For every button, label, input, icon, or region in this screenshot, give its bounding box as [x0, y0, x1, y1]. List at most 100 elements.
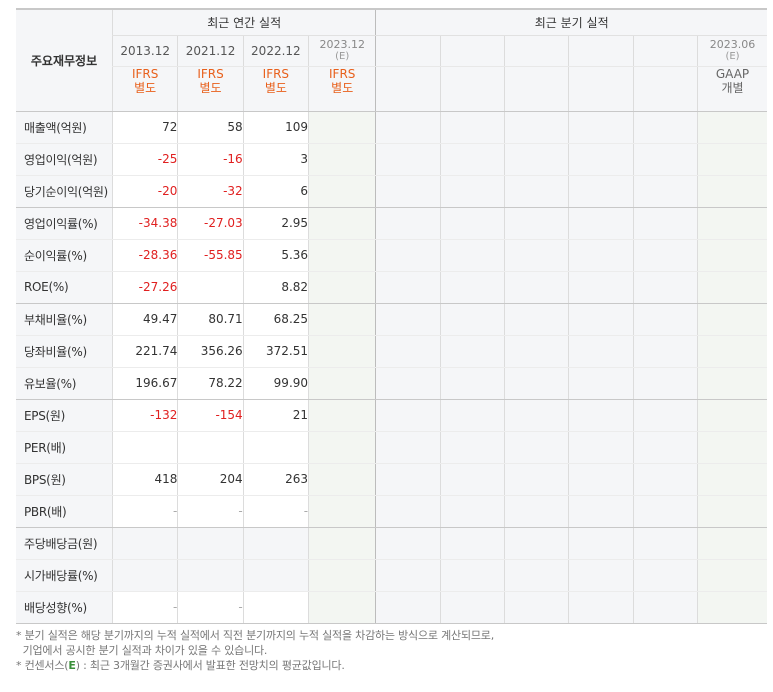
value-cell: 72: [111, 111, 178, 144]
quarter-estimate-year-header: 2023.06 (E): [697, 35, 767, 67]
quarter-cell: [375, 463, 441, 496]
quarter-estimate-cell: [697, 175, 767, 208]
value-cell: [242, 527, 309, 560]
quarter-estimate-cell: [697, 367, 767, 400]
quarter-cell: [439, 335, 505, 368]
quarter-cell: [632, 367, 698, 400]
quarter-cell: [568, 591, 634, 624]
row-label: 영업이익률(%): [16, 207, 113, 240]
value-cell: 21: [242, 399, 309, 432]
quarter-cell: [568, 367, 634, 400]
quarter-cell: [504, 271, 569, 304]
value-cell: -55.85: [177, 239, 244, 272]
quarter-cell: [375, 335, 441, 368]
quarter-cell: [504, 559, 569, 592]
row-label: BPS(원): [16, 463, 113, 496]
value-cell: [177, 559, 244, 592]
value-cell: [177, 271, 244, 304]
quarter-cell: [439, 559, 505, 592]
value-cell: 58: [177, 111, 244, 144]
quarter-year-header: [439, 35, 505, 67]
value-cell: 99.90: [242, 367, 309, 400]
value-cell: 263: [242, 463, 309, 496]
value-cell: -: [177, 495, 244, 528]
value-cell: [111, 527, 178, 560]
table-row: 순이익률(%) -28.36 -55.85 5.36: [16, 239, 767, 272]
table-row: 부채비율(%) 49.47 80.71 68.25: [16, 303, 767, 336]
quarter-cell: [632, 591, 698, 624]
quarter-cell: [632, 303, 698, 336]
table-row: PER(배): [16, 431, 767, 464]
quarter-cell: [632, 335, 698, 368]
value-cell: 221.74: [111, 335, 178, 368]
quarter-cell: [439, 175, 505, 208]
value-cell: -20: [111, 175, 178, 208]
quarter-cell: [568, 207, 634, 240]
quarter-cell: [439, 591, 505, 624]
quarter-estimate-cell: [697, 591, 767, 624]
value-cell: [177, 527, 244, 560]
annual-group-header: 최근 연간 실적: [111, 9, 376, 36]
row-label: 순이익률(%): [16, 239, 113, 272]
quarter-cell: [568, 143, 634, 176]
accounting-standard: IFRS 별도: [111, 66, 178, 112]
value-cell: [111, 431, 178, 464]
quarter-cell: [375, 399, 441, 432]
value-cell: -34.38: [111, 207, 178, 240]
table-row: 당기순이익(억원) -20 -32 6: [16, 175, 767, 208]
financial-table: 주요재무정보 최근 연간 실적 최근 분기 실적 2013.12 2021.12…: [16, 8, 767, 624]
estimate-cell: [308, 239, 376, 272]
table-row: BPS(원) 418 204 263: [16, 463, 767, 496]
row-label: 시가배당률(%): [16, 559, 113, 592]
quarter-cell: [632, 431, 698, 464]
value-cell: -16: [177, 143, 244, 176]
table-row: 주당배당금(원): [16, 527, 767, 560]
quarter-cell: [568, 111, 634, 144]
quarter-cell: [504, 239, 569, 272]
value-cell: 196.67: [111, 367, 178, 400]
quarter-cell: [375, 239, 441, 272]
row-label: EPS(원): [16, 399, 113, 432]
quarter-year-header: [504, 35, 569, 67]
value-cell: 8.82: [242, 271, 309, 304]
quarter-cell: [439, 463, 505, 496]
value-cell: 2.95: [242, 207, 309, 240]
quarter-estimate-cell: [697, 527, 767, 560]
quarter-cell: [375, 271, 441, 304]
footnotes: * 분기 실적은 해당 분기까지의 누적 실적에서 직전 분기까지의 누적 실적…: [16, 628, 494, 673]
quarter-cell: [375, 527, 441, 560]
value-cell: -: [177, 591, 244, 624]
row-label: PER(배): [16, 431, 113, 464]
quarter-cell: [375, 143, 441, 176]
quarter-cell: [504, 399, 569, 432]
estimate-cell: [308, 399, 376, 432]
value-cell: 68.25: [242, 303, 309, 336]
estimate-cell: [308, 559, 376, 592]
quarter-cell: [632, 463, 698, 496]
value-cell: -: [111, 495, 178, 528]
quarter-cell: [568, 431, 634, 464]
quarter-cell: [568, 303, 634, 336]
value-cell: 49.47: [111, 303, 178, 336]
estimate-cell: [308, 271, 376, 304]
quarter-cell: [568, 559, 634, 592]
value-cell: -27.26: [111, 271, 178, 304]
estimate-cell: [308, 431, 376, 464]
quarter-cell: [504, 527, 569, 560]
quarter-cell: [439, 303, 505, 336]
quarter-cell: [568, 399, 634, 432]
quarter-cell: [439, 527, 505, 560]
table-row: 배당성향(%) - -: [16, 591, 767, 624]
quarter-cell: [504, 591, 569, 624]
quarter-cell: [375, 367, 441, 400]
quarter-estimate-cell: [697, 559, 767, 592]
quarter-cell: [504, 207, 569, 240]
value-cell: 204: [177, 463, 244, 496]
table-row: PBR(배) - - -: [16, 495, 767, 528]
quarter-cell: [439, 399, 505, 432]
quarter-estimate-cell: [697, 239, 767, 272]
quarter-estimate-cell: [697, 431, 767, 464]
estimate-year-header: 2023.12 (E): [308, 35, 376, 67]
quarter-cell: [504, 143, 569, 176]
footnote-quarterly-cont: 기업에서 공시한 분기 실적과 차이가 있을 수 있습니다.: [16, 644, 268, 657]
